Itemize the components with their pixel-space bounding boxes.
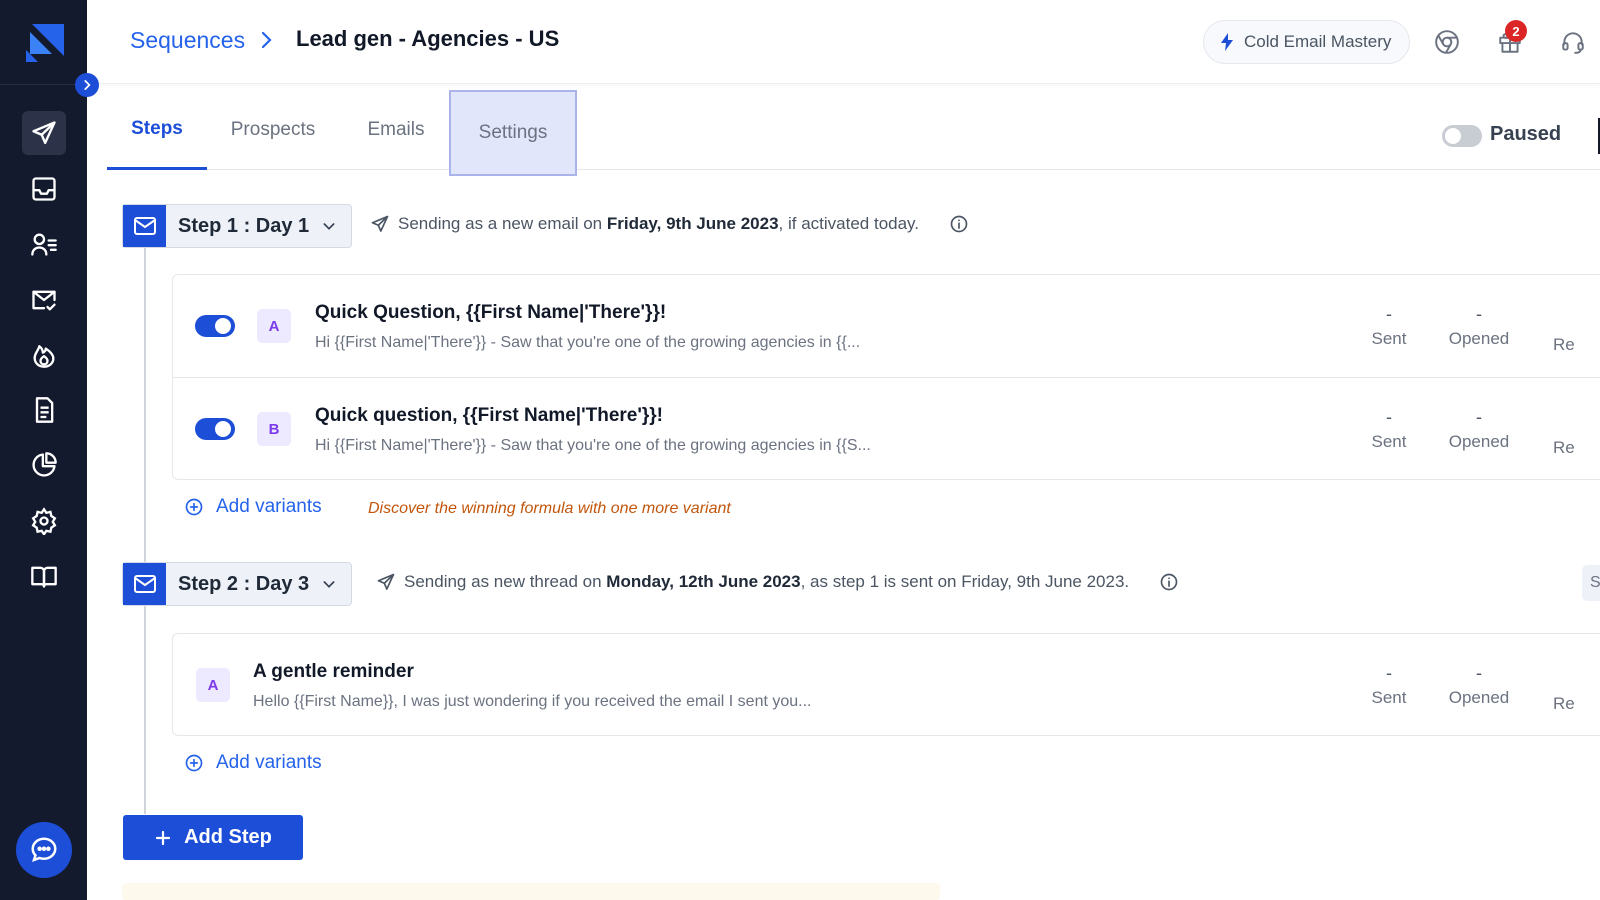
chevron-right-icon xyxy=(84,80,91,90)
breadcrumb-chevron-icon xyxy=(258,30,274,55)
flame-icon xyxy=(33,345,55,368)
support-button[interactable] xyxy=(1558,27,1588,57)
step-1-add-variants-button[interactable]: Add variants xyxy=(184,496,322,518)
plus-circle-icon xyxy=(185,754,203,772)
replied-stat: Re xyxy=(1553,335,1575,354)
step-1-chip[interactable]: Step 1 : Day 1 xyxy=(122,204,353,248)
step-1-schedule-info: Sending as a new email on Friday, 9th Ju… xyxy=(370,214,969,234)
step-2-chip[interactable]: Step 2 : Day 3 xyxy=(122,562,353,606)
variant-subject[interactable]: Quick Question, {{First Name|'There'}}! xyxy=(315,302,666,324)
book-open-icon xyxy=(31,566,57,588)
breadcrumb-sequences-link[interactable]: Sequences xyxy=(130,27,245,54)
step-2-variants-card: A A gentle reminder Hello {{First Name}}… xyxy=(172,633,1600,736)
chrome-extension-button[interactable] xyxy=(1432,27,1462,57)
sidebar-item-templates[interactable] xyxy=(22,388,66,432)
bottom-notice-strip xyxy=(122,883,940,900)
inbox-icon xyxy=(32,177,56,201)
add-variants-label: Add variants xyxy=(216,496,322,517)
info-icon[interactable] xyxy=(1159,572,1179,592)
step-1-title: Step 1 : Day 1 xyxy=(178,214,310,237)
sequence-status-toggle[interactable] xyxy=(1442,125,1482,147)
document-icon xyxy=(35,397,54,423)
sidebar-item-prospects[interactable] xyxy=(22,222,66,266)
lightning-icon xyxy=(1221,33,1233,51)
sent-stat: - Sent xyxy=(1371,407,1407,451)
plus-circle-icon xyxy=(185,498,203,516)
gear-icon xyxy=(31,507,57,535)
sequence-status-label: Paused xyxy=(1490,123,1562,145)
step-2-schedule-info: Sending as new thread on Monday, 12th Ju… xyxy=(376,572,1179,592)
sidebar-item-email-accounts[interactable] xyxy=(22,278,66,322)
info-icon[interactable] xyxy=(949,214,969,234)
envelope-icon xyxy=(123,205,166,247)
opened-stat: - Opened xyxy=(1448,407,1510,451)
sent-stat: - Sent xyxy=(1371,663,1407,707)
variant-letter-badge: B xyxy=(257,412,291,446)
sidebar-item-analytics[interactable] xyxy=(22,443,66,487)
variant-a-toggle[interactable] xyxy=(195,315,235,337)
variant-preview: Hi {{First Name|'There'}} - Saw that you… xyxy=(315,437,871,454)
chrome-icon xyxy=(1435,30,1459,54)
users-list-icon xyxy=(31,233,57,256)
headset-icon xyxy=(1562,32,1584,54)
variant-b-toggle[interactable] xyxy=(195,418,235,440)
sidebar-item-inbox[interactable] xyxy=(22,167,66,211)
sidebar xyxy=(0,0,87,900)
step-1-variants-card: A Quick Question, {{First Name|'There'}}… xyxy=(172,274,1600,480)
sidebar-item-knowledge-base[interactable] xyxy=(22,554,66,598)
add-step-label: Add Step xyxy=(184,826,272,848)
variant-subject[interactable]: A gentle reminder xyxy=(253,661,414,683)
tab-prospects[interactable]: Prospects xyxy=(217,90,329,170)
step-2-edge-chip[interactable]: S xyxy=(1582,565,1600,601)
chat-bubble-icon xyxy=(31,837,57,863)
plus-icon xyxy=(155,830,171,845)
notification-badge: 2 xyxy=(1505,20,1527,42)
add-step-button[interactable]: Add Step xyxy=(123,815,303,860)
variant-preview: Hi {{First Name|'There'}} - Saw that you… xyxy=(315,334,861,351)
variant-preview: Hello {{First Name}}, I was just wonderi… xyxy=(253,693,812,710)
chevron-down-icon xyxy=(323,581,335,588)
app-logo[interactable] xyxy=(22,20,66,64)
variant-letter-badge: A xyxy=(257,309,291,343)
tab-settings[interactable]: Settings xyxy=(449,90,577,176)
replied-stat: Re xyxy=(1553,438,1575,457)
chevron-down-icon xyxy=(323,223,335,230)
variant-letter-badge: A xyxy=(196,668,230,702)
sidebar-expand-button[interactable] xyxy=(75,73,99,97)
tab-emails[interactable]: Emails xyxy=(352,90,440,170)
sequence-tabs: Steps Prospects Emails Settings xyxy=(107,90,1600,176)
mail-check-icon xyxy=(32,290,56,311)
sidebar-divider xyxy=(0,84,87,85)
replied-stat: Re xyxy=(1553,694,1575,713)
sidebar-item-settings[interactable] xyxy=(22,499,66,543)
sidebar-item-warmup[interactable] xyxy=(22,333,66,377)
opened-stat: - Opened xyxy=(1448,304,1510,348)
add-variants-label: Add variants xyxy=(216,752,322,773)
cold-email-mastery-label: Cold Email Mastery xyxy=(1244,32,1392,51)
send-icon xyxy=(32,121,56,145)
tab-steps[interactable]: Steps xyxy=(107,90,207,170)
page-title: Lead gen - Agencies - US xyxy=(296,26,560,51)
variant-row[interactable]: B Quick question, {{First Name|'There'}}… xyxy=(173,377,1600,479)
variant-tip: Discover the winning formula with one mo… xyxy=(368,500,731,517)
envelope-icon xyxy=(123,563,166,605)
variant-row[interactable]: A Quick Question, {{First Name|'There'}}… xyxy=(173,275,1600,377)
step-2-title: Step 2 : Day 3 xyxy=(178,572,310,595)
pie-chart-icon xyxy=(32,452,57,477)
steps-timeline xyxy=(144,244,146,814)
sent-stat: - Sent xyxy=(1371,304,1407,348)
sidebar-item-sequences[interactable] xyxy=(22,111,66,155)
cold-email-mastery-button[interactable]: Cold Email Mastery xyxy=(1203,20,1410,64)
variant-subject[interactable]: Quick question, {{First Name|'There'}}! xyxy=(315,405,663,427)
opened-stat: - Opened xyxy=(1448,663,1510,707)
variant-row[interactable]: A A gentle reminder Hello {{First Name}}… xyxy=(173,634,1600,736)
send-icon xyxy=(371,215,389,232)
chat-support-button[interactable] xyxy=(16,822,72,878)
step-2-add-variants-button[interactable]: Add variants xyxy=(184,752,322,774)
send-icon xyxy=(377,573,395,590)
